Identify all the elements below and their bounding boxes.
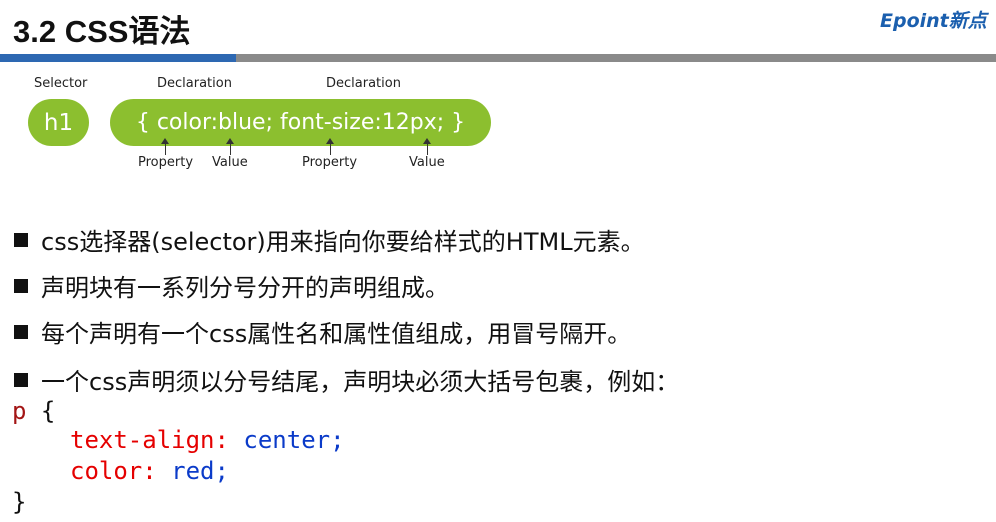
label-declaration-1: Declaration xyxy=(157,76,232,91)
code-close-brace: } xyxy=(12,488,27,516)
square-bullet-icon xyxy=(14,324,28,339)
bullet-item: 每个声明有一个css属性名和属性值组成，用冒号隔开。 xyxy=(14,314,631,349)
bullet-item: css选择器(selector)用来指向你要给样式的HTML元素。 xyxy=(14,222,645,257)
code-colon: : xyxy=(142,457,157,485)
bullet-text: 每个声明有一个css属性名和属性值组成，用冒号隔开。 xyxy=(41,320,632,348)
code-semicolon: ; xyxy=(214,457,229,485)
code-property: color xyxy=(70,457,143,485)
code-property: text-align xyxy=(70,426,215,454)
code-line-selector: p { xyxy=(12,397,55,425)
code-line-declaration: text-align: center; xyxy=(70,426,345,454)
bullet-item: 一个css声明须以分号结尾，声明块必须大括号包裹，例如： xyxy=(14,362,679,397)
square-bullet-icon xyxy=(14,232,28,247)
arrow-up-icon xyxy=(423,138,431,155)
bullet-item: 声明块有一系列分号分开的声明组成。 xyxy=(14,268,449,303)
label-value-1: Value xyxy=(212,155,248,170)
arrow-up-icon xyxy=(161,138,169,155)
label-value-2: Value xyxy=(409,155,445,170)
bullet-text: css选择器(selector)用来指向你要给样式的HTML元素。 xyxy=(41,228,645,256)
code-line-declaration: color: red; xyxy=(70,457,229,485)
label-property-2: Property xyxy=(302,155,358,170)
code-semicolon: ; xyxy=(330,426,345,454)
square-bullet-icon xyxy=(14,278,28,293)
label-selector: Selector xyxy=(34,76,88,91)
bullet-text: 一个css声明须以分号结尾，声明块必须大括号包裹，例如： xyxy=(41,368,680,396)
arrow-up-icon xyxy=(226,138,234,155)
title-accent-bar xyxy=(0,54,236,62)
code-value: center xyxy=(243,426,331,454)
code-colon: : xyxy=(214,426,229,454)
selector-pill: h1 xyxy=(28,99,89,146)
slide-title: 3.2 CSS语法 xyxy=(13,14,191,49)
epoint-logo: Epoint新点 xyxy=(880,10,987,32)
arrow-up-icon xyxy=(326,138,334,155)
code-selector: p xyxy=(12,397,27,425)
title-divider-bar xyxy=(236,54,996,62)
square-bullet-icon xyxy=(14,372,28,387)
label-declaration-2: Declaration xyxy=(326,76,401,91)
code-open-brace: { xyxy=(40,397,56,425)
code-value: red xyxy=(171,457,215,485)
label-property-1: Property xyxy=(138,155,194,170)
bullet-text: 声明块有一系列分号分开的声明组成。 xyxy=(41,274,449,302)
